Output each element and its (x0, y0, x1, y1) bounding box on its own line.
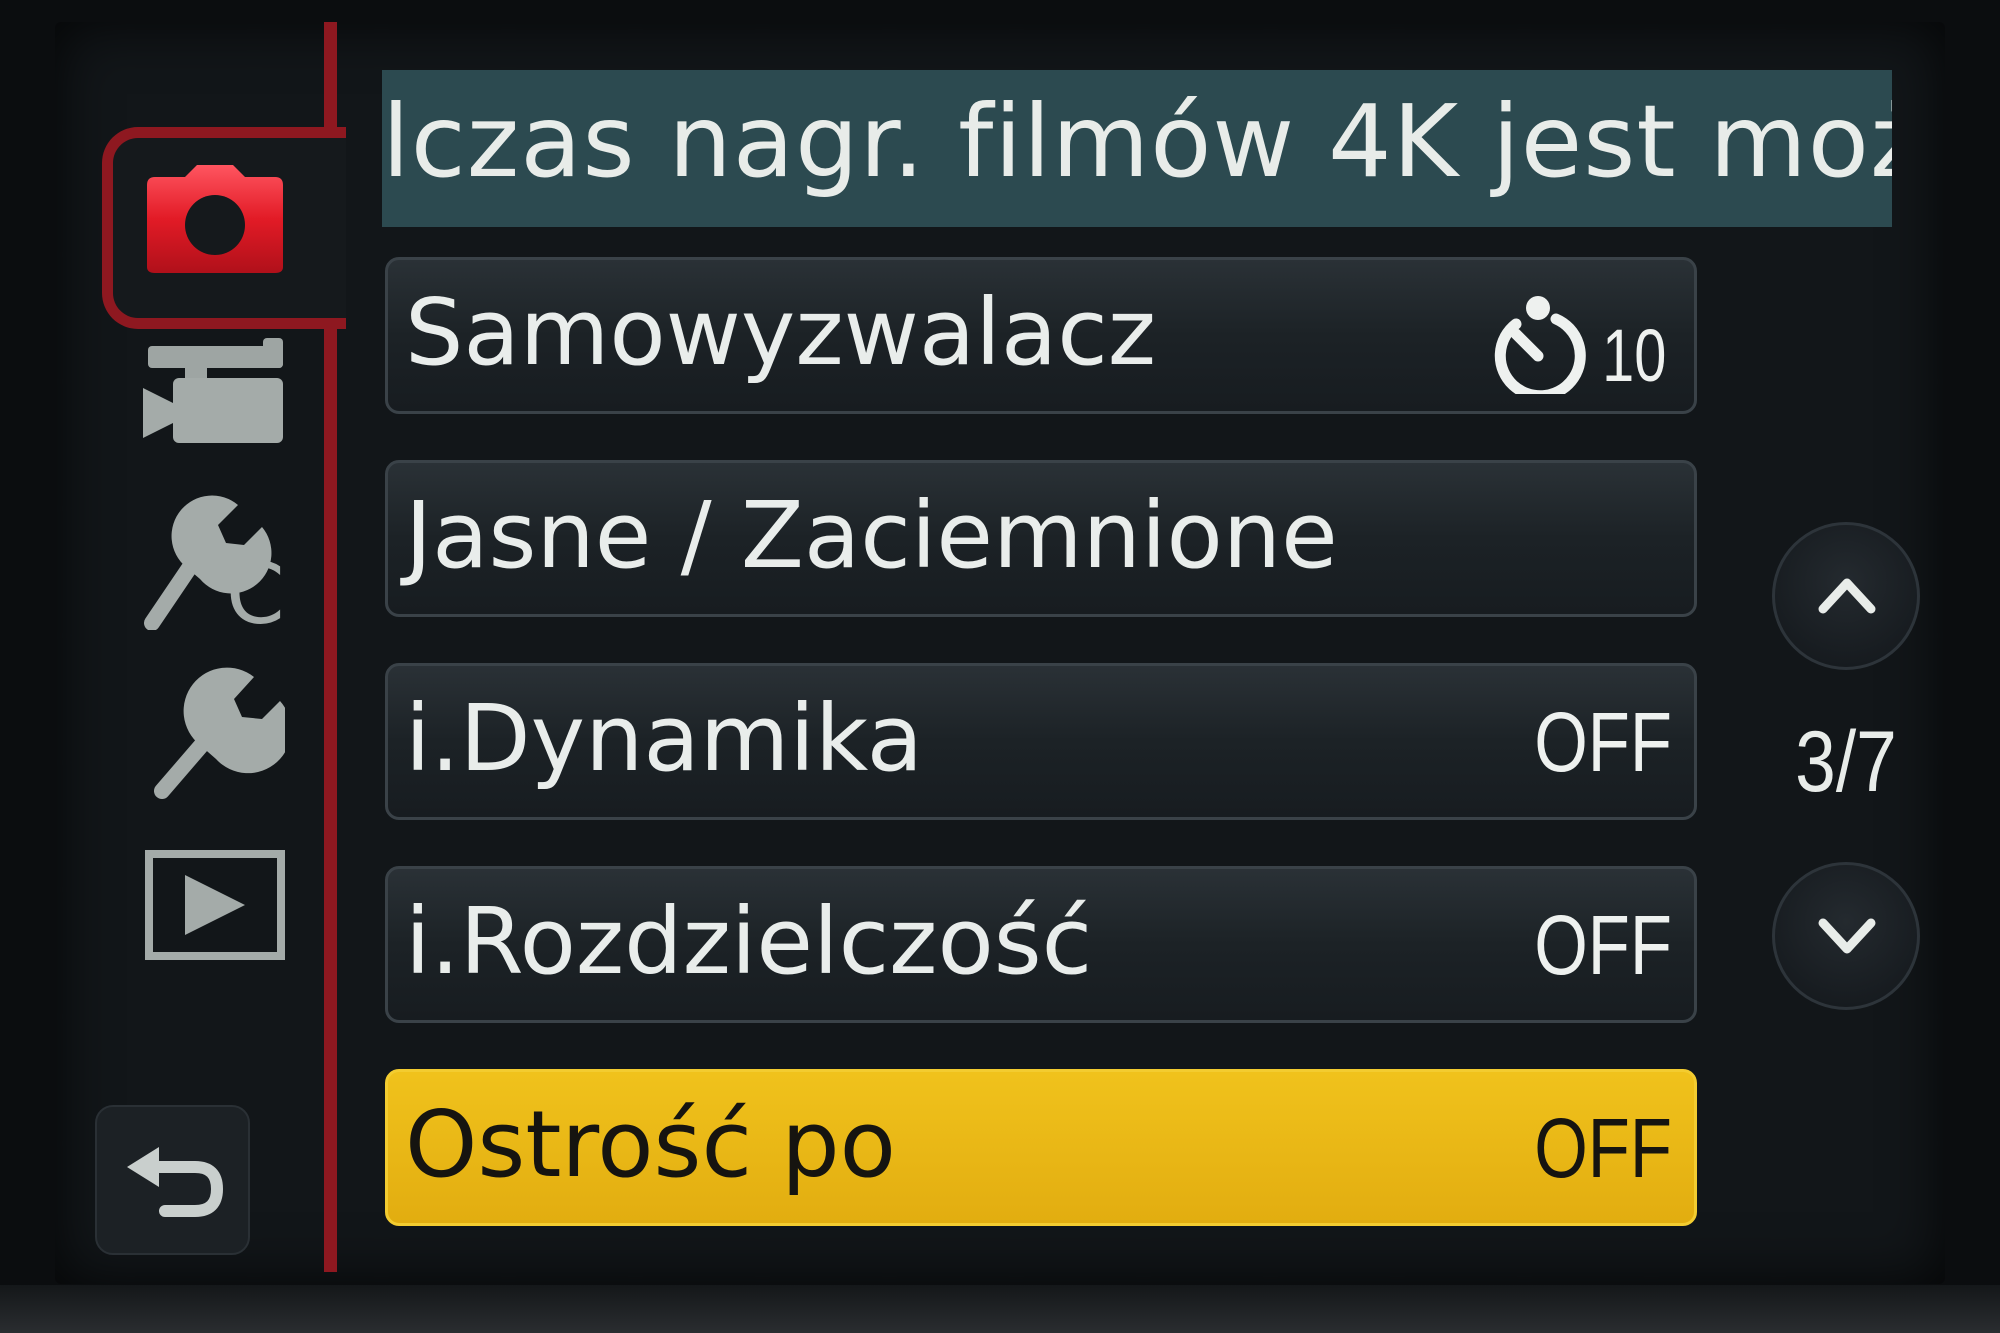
menu-item-label: i.Rozdzielczość (405, 888, 1093, 995)
menu-item-value: OFF (1534, 898, 1672, 992)
menu-item-value: OFF (1534, 695, 1672, 789)
playback-icon[interactable] (145, 850, 285, 960)
banner-text: lczas nagr. filmów 4K jest możliw (382, 83, 1892, 200)
return-arrow-icon (127, 1147, 224, 1217)
setup-wrench-icon[interactable] (150, 665, 285, 800)
self-timer-icon (1494, 296, 1586, 394)
menu-item-self-timer[interactable]: Samowyzwalacz 10 (385, 257, 1697, 414)
self-timer-value: 10 (1486, 294, 1666, 397)
svg-text:C: C (226, 545, 285, 630)
scroll-up-button[interactable] (1772, 522, 1920, 670)
menu-item-highlight-shadow[interactable]: Jasne / Zaciemnione (385, 460, 1697, 617)
menu-item-value: OFF (1534, 1101, 1672, 1195)
camera-icon[interactable] (145, 165, 285, 275)
video-camera-icon[interactable] (143, 338, 288, 448)
chevron-down-icon (1818, 918, 1876, 954)
screen-bezel (0, 1285, 2000, 1333)
menu-item-label: Samowyzwalacz (405, 279, 1157, 386)
menu-item-label: i.Dynamika (405, 685, 923, 792)
menu-item-label: Ostrość po (405, 1091, 896, 1198)
menu-item-post-focus[interactable]: Ostrość po OFF (385, 1069, 1697, 1226)
self-timer-seconds: 10 (1601, 314, 1666, 397)
info-banner: lczas nagr. filmów 4K jest możliw (382, 70, 1892, 227)
back-button[interactable] (95, 1105, 250, 1255)
menu-item-label: Jasne / Zaciemnione (405, 482, 1338, 589)
chevron-up-icon (1818, 578, 1876, 614)
menu-item-i-resolution[interactable]: i.Rozdzielczość OFF (385, 866, 1697, 1023)
scroll-down-button[interactable] (1772, 862, 1920, 1010)
page-indicator: 3/7 (1795, 714, 1897, 810)
menu-item-i-dynamic[interactable]: i.Dynamika OFF (385, 663, 1697, 820)
custom-settings-icon[interactable]: C (138, 495, 303, 630)
